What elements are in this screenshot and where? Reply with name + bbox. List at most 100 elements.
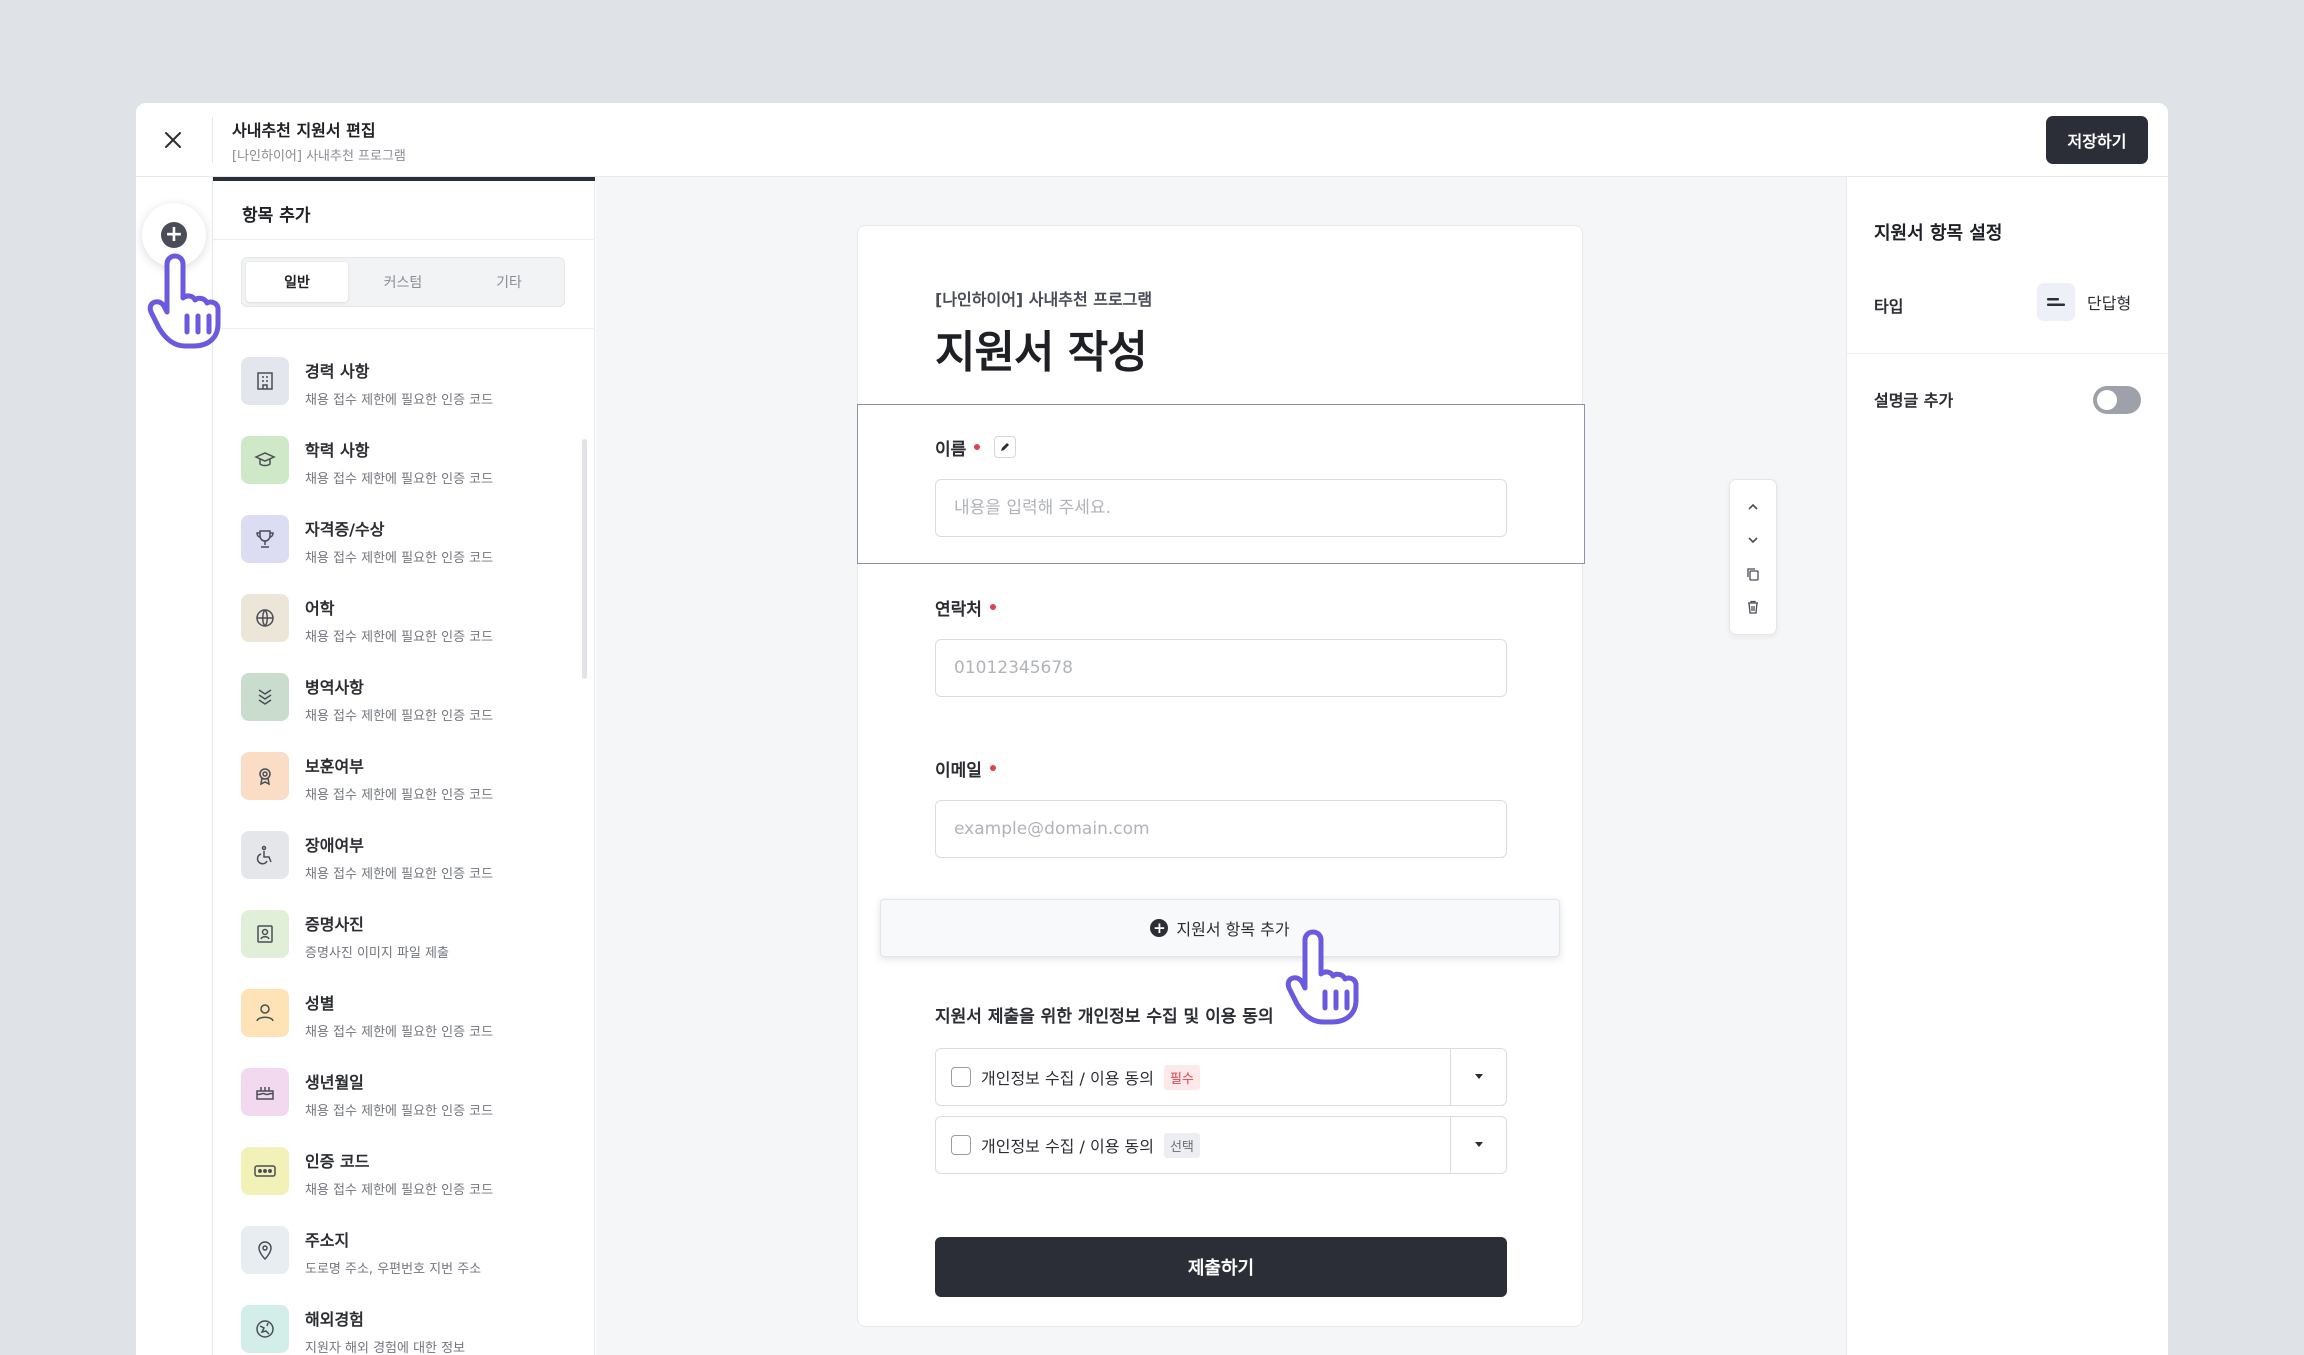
panel-heading: 항목 추가 xyxy=(242,206,311,226)
page-title: 사내추천 지원서 편집 xyxy=(232,121,376,140)
list-item-birthdate[interactable]: 생년월일 채용 접수 제한에 필요한 인증 코드 xyxy=(241,1068,561,1147)
close-icon xyxy=(165,132,181,148)
item-title: 보훈여부 xyxy=(305,757,364,776)
description-toggle[interactable] xyxy=(2093,386,2141,414)
type-label: 타입 xyxy=(1874,297,1904,316)
list-item-certificate[interactable]: 자격증/수상 채용 접수 제한에 필요한 인증 코드 xyxy=(241,515,561,594)
consent-required-row: 개인정보 수집 / 이용 동의 필수 xyxy=(935,1048,1507,1106)
edit-button[interactable] xyxy=(994,436,1017,458)
cake-icon xyxy=(241,1068,289,1116)
duplicate-button[interactable] xyxy=(1738,559,1768,589)
settings-title: 지원서 항목 설정 xyxy=(1874,223,2003,244)
list-item-disability[interactable]: 장애여부 채용 접수 제한에 필요한 인증 코드 xyxy=(241,831,561,910)
optional-badge: 선택 xyxy=(1163,1132,1200,1158)
item-desc: 채용 접수 제한에 필요한 인증 코드 xyxy=(305,630,494,645)
list-item-military[interactable]: 병역사항 채용 접수 제한에 필요한 인증 코드 xyxy=(241,673,561,752)
consent-required-checkbox[interactable] xyxy=(951,1067,971,1087)
field-label: 이메일 xyxy=(935,756,1507,781)
add-form-field-button[interactable]: + 지원서 항목 추가 xyxy=(880,899,1560,957)
consent-expand-button[interactable] xyxy=(1450,1049,1506,1105)
wheelchair-icon xyxy=(241,831,289,879)
tab-etc[interactable]: 기타 xyxy=(458,262,560,302)
hand-cursor-icon xyxy=(147,253,221,349)
list-item-overseas[interactable]: 해외경험지원자 해외 경험에 대한 정보 xyxy=(241,1305,561,1355)
list-item-auth-code[interactable]: 인증 코드채용 접수 제한에 필요한 인증 코드 xyxy=(241,1147,561,1226)
save-button[interactable]: 저장하기 xyxy=(2046,116,2148,164)
item-title: 어학 xyxy=(305,599,335,618)
item-title: 장애여부 xyxy=(305,836,364,855)
item-title: 주소지 xyxy=(305,1231,350,1250)
item-title: 학력 사항 xyxy=(305,441,370,460)
form-card: [나인하이어] 사내추천 프로그램 지원서 작성 이름 연락처 xyxy=(857,225,1585,1327)
field-label: 이름 xyxy=(935,435,1507,460)
chevrons-down-icon xyxy=(241,673,289,721)
phone-field: 연락처 xyxy=(935,595,1507,697)
item-title: 성별 xyxy=(305,994,335,1013)
copy-icon xyxy=(1747,568,1759,581)
globe-icon xyxy=(241,594,289,642)
panel-active-indicator xyxy=(213,177,595,181)
plus-circle-icon: + xyxy=(161,222,187,248)
hand-cursor-icon xyxy=(1285,929,1359,1025)
graduation-cap-icon xyxy=(241,436,289,484)
settings-panel: 지원서 항목 설정 타입 단답형 설명글 추가 xyxy=(1846,177,2168,1355)
form-title: 지원서 작성 xyxy=(935,327,1148,378)
item-desc: 채용 접수 제한에 필요한 인증 코드 xyxy=(305,393,494,408)
name-field: 이름 xyxy=(935,435,1507,537)
category-tabs: 일반 커스텀 기타 xyxy=(241,257,565,307)
editor-window: 사내추천 지원서 편집 [나인하이어] 사내추천 프로그램 저장하기 + 항목 … xyxy=(136,103,2168,1355)
plus-circle-icon: + xyxy=(1150,919,1169,937)
item-desc: 채용 접수 제한에 필요한 인증 코드 xyxy=(305,1025,494,1040)
consent-section-title: 지원서 제출을 위한 개인정보 수집 및 이용 동의 xyxy=(935,1007,1274,1027)
item-desc: 채용 접수 제한에 필요한 인증 코드 xyxy=(305,1183,494,1198)
tab-general[interactable]: 일반 xyxy=(246,262,348,302)
building-icon xyxy=(241,357,289,405)
email-input[interactable] xyxy=(935,800,1507,858)
list-item-language[interactable]: 어학채용 접수 제한에 필요한 인증 코드 xyxy=(241,594,561,673)
item-desc: 지원자 해외 경험에 대한 정보 xyxy=(305,1341,466,1355)
chevron-up-icon xyxy=(1748,503,1758,510)
item-title: 병역사항 xyxy=(305,678,364,697)
item-title: 증명사진 xyxy=(305,915,364,934)
field-label-text: 이름 xyxy=(935,439,967,460)
divider xyxy=(1847,353,2168,354)
item-title: 경력 사항 xyxy=(305,362,370,381)
item-desc: 채용 접수 제한에 필요한 인증 코드 xyxy=(305,788,494,803)
tab-custom[interactable]: 커스텀 xyxy=(352,262,454,302)
list-item-photo[interactable]: 증명사진 증명사진 이미지 파일 제출 xyxy=(241,910,561,989)
item-desc: 채용 접수 제한에 필요한 인증 코드 xyxy=(305,1104,494,1119)
panel-scrollbar[interactable] xyxy=(582,439,587,679)
consent-optional-checkbox[interactable] xyxy=(951,1135,971,1155)
email-field: 이메일 xyxy=(935,756,1507,858)
required-dot xyxy=(989,765,996,771)
list-item-education[interactable]: 학력 사항 채용 접수 제한에 필요한 인증 코드 xyxy=(241,436,561,515)
close-button[interactable] xyxy=(156,123,190,157)
submit-button[interactable]: 제출하기 xyxy=(935,1237,1507,1297)
item-title: 인증 코드 xyxy=(305,1152,370,1171)
required-dot xyxy=(974,444,981,450)
required-dot xyxy=(989,604,996,610)
list-item-address[interactable]: 주소지 도로명 주소, 우편번호 지번 주소 xyxy=(241,1226,561,1305)
delete-button[interactable] xyxy=(1738,592,1768,622)
item-title: 해외경험 xyxy=(305,1310,364,1329)
type-selector[interactable]: 단답형 xyxy=(2037,283,2131,321)
trophy-icon xyxy=(241,515,289,563)
divider xyxy=(213,328,595,329)
item-list: 경력 사항 채용 접수 제한에 필요한 인증 코드 학력 사항 채용 접수 제한에 … xyxy=(241,357,561,1355)
chevron-down-icon xyxy=(1748,537,1758,544)
id-photo-icon xyxy=(241,910,289,958)
move-up-button[interactable] xyxy=(1738,492,1768,522)
phone-input[interactable] xyxy=(935,639,1507,697)
list-item-gender[interactable]: 성별채용 접수 제한에 필요한 인증 코드 xyxy=(241,989,561,1068)
required-badge: 필수 xyxy=(1163,1064,1200,1090)
password-icon xyxy=(241,1147,289,1195)
consent-expand-button[interactable] xyxy=(1450,1117,1506,1173)
form-program-name: [나인하이어] 사내추천 프로그램 xyxy=(935,290,1153,309)
type-value: 단답형 xyxy=(2087,294,2132,313)
list-item-career[interactable]: 경력 사항채용 접수 제한에 필요한 인증 코드 xyxy=(241,357,561,436)
name-input[interactable] xyxy=(935,479,1507,537)
pencil-icon xyxy=(1001,443,1010,451)
move-down-button[interactable] xyxy=(1738,525,1768,555)
list-item-veteran[interactable]: 보훈여부채용 접수 제한에 필요한 인증 코드 xyxy=(241,752,561,831)
consent-label: 개인정보 수집 / 이용 동의 xyxy=(981,1137,1154,1156)
